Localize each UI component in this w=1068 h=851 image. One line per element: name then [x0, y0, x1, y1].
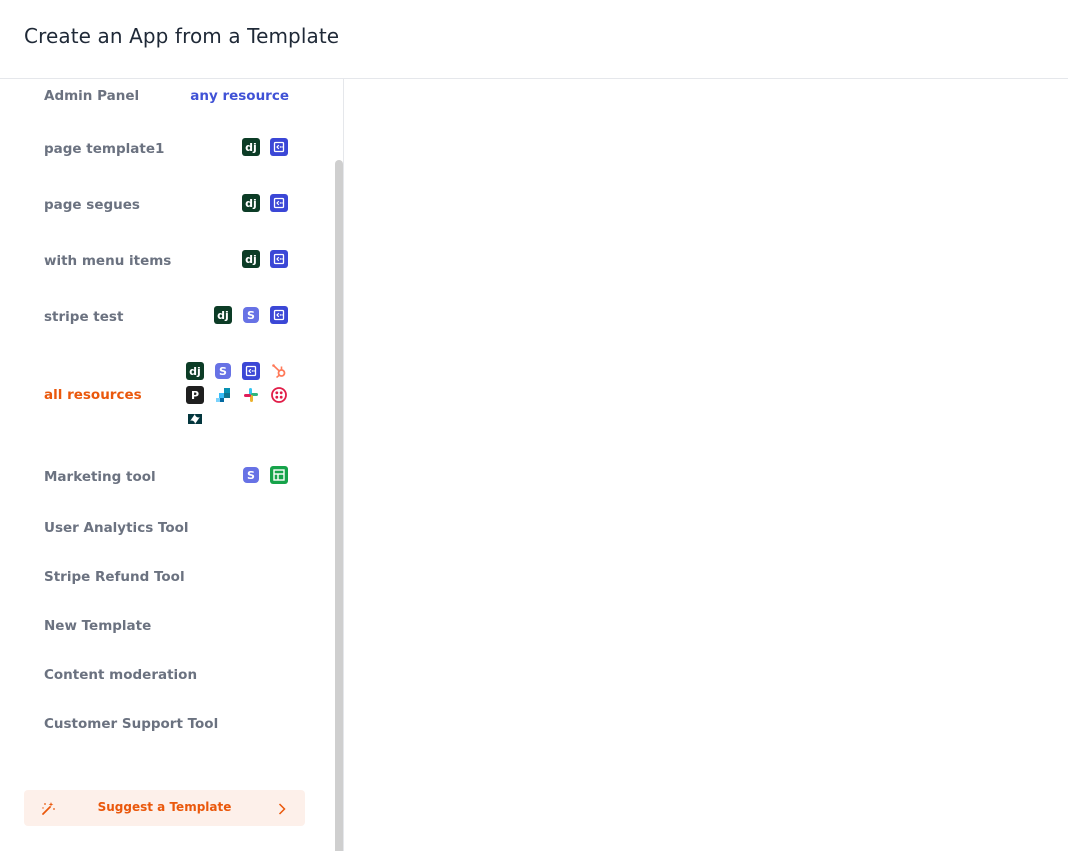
template-item-page-segues[interactable]: page segues dj [0, 193, 305, 217]
hubspot-icon [270, 362, 288, 380]
slack-icon [242, 386, 260, 404]
stripe-icon: S [215, 363, 231, 379]
any-resource-link[interactable]: any resource [190, 88, 289, 104]
template-item-marketing-tool[interactable]: Marketing tool S [0, 465, 305, 489]
stripe-icon: S [243, 467, 259, 483]
modal-header: Create an App from a Template [0, 0, 1068, 79]
django-icon: dj [242, 194, 260, 212]
template-label: New Template [44, 618, 152, 634]
p-logo-icon: P [186, 386, 204, 404]
template-list[interactable]: Admin Panel any resource page template1 … [0, 79, 344, 851]
template-item-with-menu-items[interactable]: with menu items dj [0, 249, 305, 273]
template-label: User Analytics Tool [44, 520, 189, 536]
django-icon: dj [214, 306, 232, 324]
rest-api-icon [270, 306, 288, 324]
template-label: page segues [44, 197, 140, 213]
template-item-content-moderation[interactable]: Content moderation [0, 666, 305, 686]
template-item-customer-support-tool[interactable]: Customer Support Tool [0, 715, 305, 735]
template-label: page template1 [44, 141, 165, 157]
template-item-stripe-test[interactable]: stripe test dj S [0, 305, 305, 329]
twilio-icon [270, 386, 288, 404]
template-label: Stripe Refund Tool [44, 569, 185, 585]
template-item-stripe-refund-tool[interactable]: Stripe Refund Tool [0, 568, 305, 588]
preview-pane [345, 80, 1068, 851]
confluence-icon [214, 386, 232, 404]
zendesk-icon [186, 410, 204, 428]
template-label: stripe test [44, 309, 124, 325]
rest-api-icon [270, 194, 288, 212]
template-item-user-analytics-tool[interactable]: User Analytics Tool [0, 519, 305, 539]
django-icon: dj [242, 250, 260, 268]
django-icon: dj [242, 138, 260, 156]
rest-api-icon [242, 362, 260, 380]
rest-api-icon [270, 138, 288, 156]
template-label: Admin Panel [44, 88, 140, 104]
google-sheets-icon [270, 466, 288, 484]
template-label: Customer Support Tool [44, 716, 219, 732]
stripe-icon: S [243, 307, 259, 323]
page-title: Create an App from a Template [24, 24, 340, 48]
template-item-page-template1[interactable]: page template1 dj [0, 137, 305, 161]
template-label: with menu items [44, 253, 172, 269]
django-icon: dj [186, 362, 204, 380]
chevron-right-icon [277, 801, 287, 820]
template-item-new-template[interactable]: New Template [0, 617, 305, 637]
template-label: Marketing tool [44, 469, 156, 485]
sidebar-scrollbar[interactable] [335, 160, 343, 851]
template-label: all resources [44, 387, 142, 403]
suggest-template-label: Suggest a Template [97, 800, 232, 814]
template-item-admin-panel[interactable]: Admin Panel any resource [0, 87, 305, 107]
template-item-all-resources[interactable]: all resources dj S P [0, 361, 305, 431]
template-label: Content moderation [44, 667, 198, 683]
suggest-template-button[interactable]: Suggest a Template [24, 790, 305, 826]
rest-api-icon [270, 250, 288, 268]
